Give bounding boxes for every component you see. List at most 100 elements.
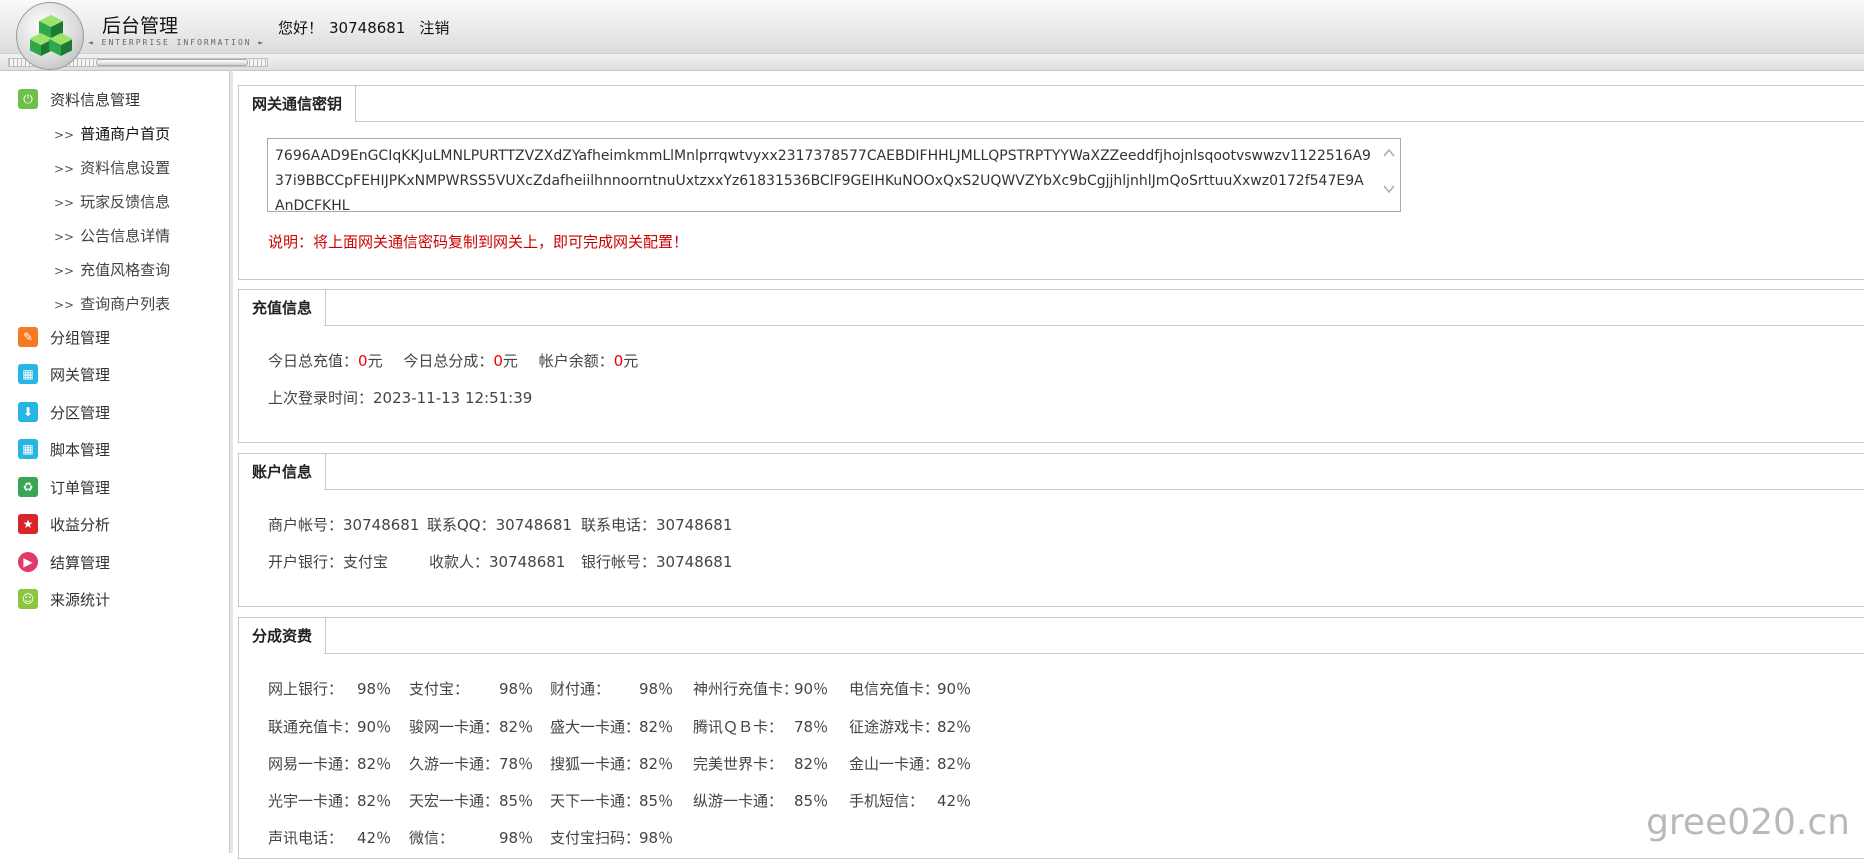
strip-scroll-handle[interactable]	[96, 59, 248, 66]
bank-name: 开户银行：支付宝	[268, 551, 388, 572]
sidebar-item-label: 充值风格查询	[80, 261, 171, 279]
arrow-icon: >>	[54, 230, 75, 244]
payee: 收款人：30748681	[429, 551, 565, 572]
last-login-label: 上次登录时间：	[268, 389, 374, 407]
sidebar-item-merchant-home[interactable]: >> 普通商户首页	[54, 123, 170, 144]
gateway-key-text[interactable]: 7696AAD9EnGCIqKKJuLMNLPURTTZVZXdZYafheim…	[275, 144, 1373, 219]
sidebar-group-orders[interactable]: ♻ 订单管理	[18, 476, 110, 498]
tab-line	[355, 121, 1864, 122]
grid-icon: ▦	[18, 364, 38, 384]
tab-account[interactable]: 账户信息	[238, 453, 327, 490]
sidebar-item-label: 查询商户列表	[80, 295, 171, 313]
sidebar-group-scripts[interactable]: ▦ 脚本管理	[18, 438, 110, 460]
sidebar-group-label: 来源统计	[50, 590, 111, 609]
sidebar-item-notice-details[interactable]: >> 公告信息详情	[54, 225, 170, 246]
fee-label: 腾讯ＱＢ卡：	[693, 718, 784, 736]
sidebar-group-settlement[interactable]: ▶ 结算管理	[18, 551, 110, 573]
user-id: 30748681	[329, 19, 406, 37]
last-login-time: 2023-11-13 12:51:39	[373, 389, 533, 407]
sidebar-group-profile[interactable]: ⏻ 资料信息管理	[18, 88, 140, 110]
fee-value: 82％	[499, 718, 534, 736]
fee-label: 光宇一卡通：	[268, 792, 359, 810]
sidebar-group-zones[interactable]: ⬇ 分区管理	[18, 401, 110, 423]
fee-label: 天下一卡通：	[550, 792, 641, 810]
top-header: 后台管理 ◄ ENTERPRISE INFORMATION ► 您好！ 30748…	[0, 0, 1864, 54]
tab-gateway-key[interactable]: 网关通信密钥	[238, 85, 357, 122]
fee-value: 82％	[937, 718, 972, 736]
fee-label: 财付通：	[550, 680, 611, 698]
fee-value: 98％	[499, 829, 534, 847]
bank-label: 开户银行：	[268, 553, 344, 571]
sidebar-item-label: 普通商户首页	[80, 125, 171, 143]
fee-label: 完美世界卡：	[693, 755, 784, 773]
today-share-label: 今日总分成：	[403, 352, 494, 370]
tab-fees[interactable]: 分成资费	[238, 617, 327, 654]
fee-label: 微信：	[409, 829, 455, 847]
fee-value: 42％	[357, 829, 392, 847]
sidebar-group-revenue[interactable]: ★ 收益分析	[18, 513, 110, 535]
fee-value: 85％	[794, 792, 829, 810]
recharge-summary: 今日总充值：0元 今日总分成：0元 帐户余额：0元	[268, 350, 638, 371]
qq-value: 30748681	[495, 516, 572, 534]
arrow-icon: >>	[54, 298, 75, 312]
tab-recharge[interactable]: 充值信息	[238, 289, 327, 326]
fee-label: 支付宝扫码：	[550, 829, 641, 847]
logout-link[interactable]: 注销	[419, 19, 449, 37]
fee-value: 82％	[357, 755, 392, 773]
recycle-icon: ♻	[18, 477, 38, 497]
app-subtitle: ◄ ENTERPRISE INFORMATION ►	[88, 38, 266, 47]
textarea-scrollbar[interactable]	[1378, 139, 1400, 211]
fee-value: 78％	[499, 755, 534, 773]
sidebar-group-label: 资料信息管理	[50, 90, 141, 109]
fee-label: 天宏一卡通：	[409, 792, 500, 810]
unit: 元	[623, 352, 639, 370]
phone-value: 30748681	[656, 516, 733, 534]
today-recharge-label: 今日总充值：	[268, 352, 359, 370]
fee-value: 98％	[639, 829, 674, 847]
sidebar-item-label: 公告信息详情	[80, 227, 171, 245]
sidebar-group-label: 结算管理	[50, 553, 111, 572]
today-recharge-value: 0	[358, 352, 368, 370]
sidebar-item-recharge-style[interactable]: >> 充值风格查询	[54, 259, 170, 280]
cubes-logo-icon	[30, 15, 72, 56]
contact-qq: 联系QQ：30748681	[427, 514, 572, 535]
sidebar-item-profile-settings[interactable]: >> 资料信息设置	[54, 157, 170, 178]
sidebar-group-source-stats[interactable]: ☺ 来源统计	[18, 588, 110, 610]
app-title: 后台管理	[102, 15, 179, 37]
payee-value: 30748681	[489, 553, 566, 571]
sidebar-group-label: 收益分析	[50, 515, 111, 534]
tab-line	[324, 653, 1864, 654]
fee-value: 90％	[357, 718, 392, 736]
sidebar-group-gateway[interactable]: ▦ 网关管理	[18, 363, 110, 385]
fee-value: 85％	[499, 792, 534, 810]
fee-label: 网易一卡通：	[268, 755, 359, 773]
chevron-down-icon[interactable]	[1383, 183, 1395, 195]
last-login-row: 上次登录时间：2023-11-13 12:51:39	[268, 387, 532, 408]
fee-value: 98％	[499, 680, 534, 698]
arrow-icon: >>	[54, 162, 75, 176]
fee-label: 金山一卡通：	[849, 755, 940, 773]
merchant-account: 商户帐号：30748681	[268, 514, 419, 535]
sidebar-item-player-feedback[interactable]: >> 玩家反馈信息	[54, 191, 170, 212]
unit: 元	[502, 352, 518, 370]
contact-phone: 联系电话：30748681	[581, 514, 732, 535]
fee-value: 42％	[937, 792, 972, 810]
sidebar-group-label: 分组管理	[50, 328, 111, 347]
arrow-icon: >>	[54, 264, 75, 278]
star-icon: ★	[18, 514, 38, 534]
chevron-up-icon[interactable]	[1383, 147, 1395, 159]
fee-label: 支付宝：	[409, 680, 470, 698]
bank-value: 支付宝	[343, 553, 389, 571]
unit: 元	[367, 352, 383, 370]
sidebar: ⏻ 资料信息管理 >> 普通商户首页 >> 资料信息设置 >> 玩家反馈信息 >> 公告…	[0, 71, 233, 853]
sidebar-item-merchant-list[interactable]: >> 查询商户列表	[54, 293, 170, 314]
sidebar-group-groups[interactable]: ✎ 分组管理	[18, 326, 110, 348]
fee-label: 盛大一卡通：	[550, 718, 641, 736]
grid-icon: ▦	[18, 439, 38, 459]
fee-value: 82％	[937, 755, 972, 773]
gateway-key-textarea[interactable]: 7696AAD9EnGCIqKKJuLMNLPURTTZVZXdZYafheim…	[267, 138, 1401, 214]
bank-account: 银行帐号：30748681	[581, 551, 732, 572]
fee-label: 征途游戏卡：	[849, 718, 940, 736]
sidebar-group-label: 分区管理	[50, 403, 111, 422]
fee-label: 网上银行：	[268, 680, 344, 698]
